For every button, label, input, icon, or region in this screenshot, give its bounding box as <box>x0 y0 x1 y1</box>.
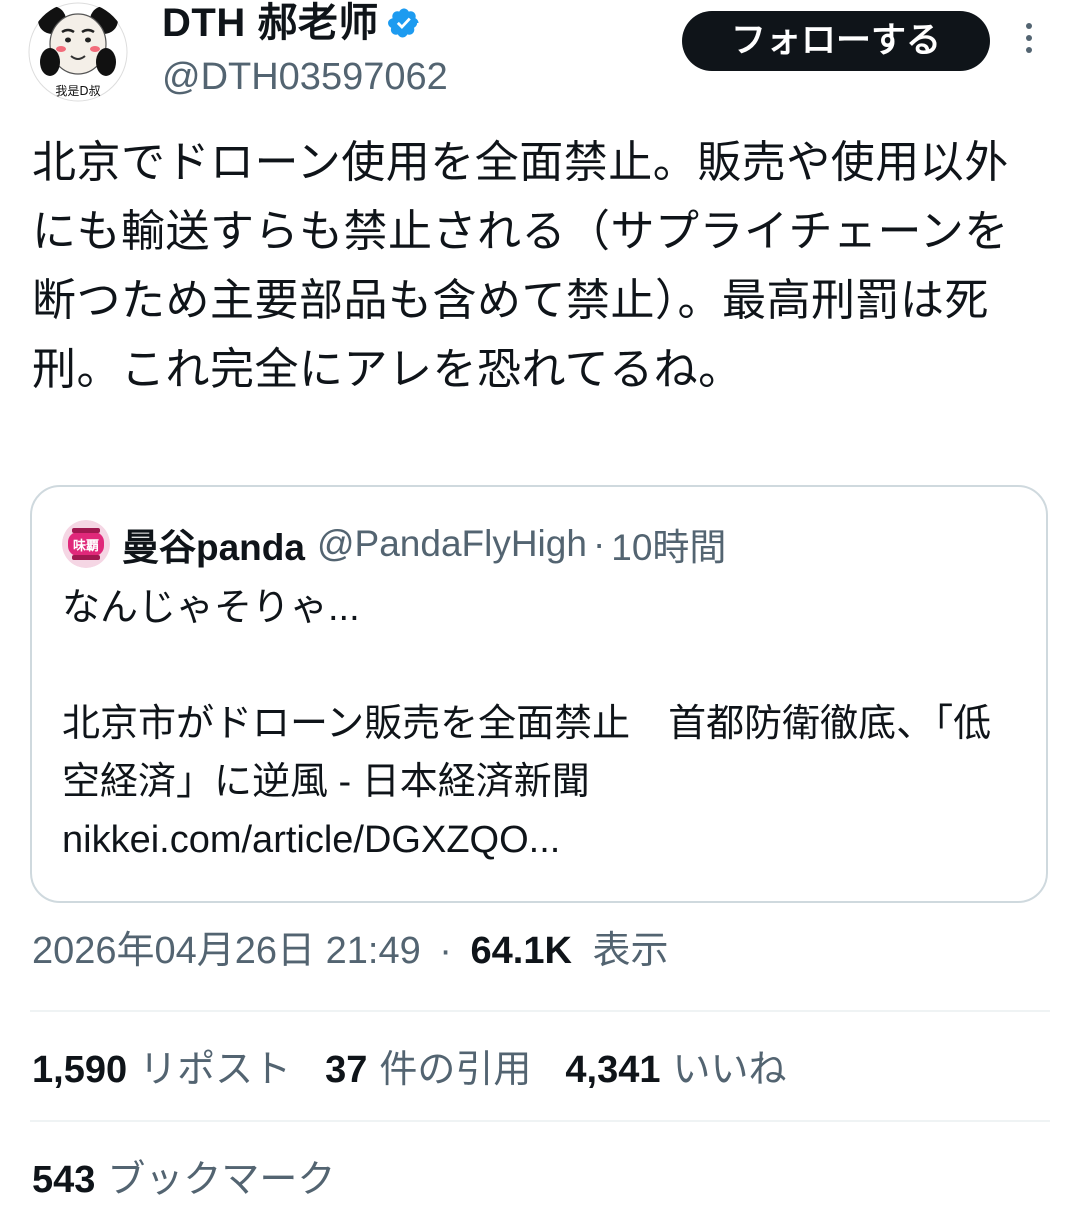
svg-text:我是D叔: 我是D叔 <box>55 84 100 98</box>
meta-separator: · <box>439 930 452 972</box>
likes-stat[interactable]: 4,341 いいね <box>565 1042 786 1098</box>
author-display-name[interactable]: DTH 郝老师 <box>162 0 379 46</box>
bookmarks-label: ブックマーク <box>107 1159 336 1201</box>
svg-text:味覇: 味覇 <box>73 538 99 554</box>
quotes-count: 37 <box>325 1049 368 1091</box>
author-handle[interactable]: @DTH03597062 <box>162 54 448 100</box>
likes-count: 4,341 <box>565 1049 661 1091</box>
bookmarks-stat[interactable]: 543 ブックマーク <box>32 1152 335 1208</box>
engagement-stats: 1,590 リポスト 37 件の引用 4,341 いいね <box>32 1042 821 1098</box>
lantern-avatar-image: 味覇 <box>62 520 110 568</box>
author-name-row: DTH 郝老师 <box>162 0 421 46</box>
meme-face-avatar-image: 我是D叔 <box>28 2 128 102</box>
quoted-tweet-header: 味覇 曼谷panda @PandaFlyHigh · 10時間 <box>62 517 726 571</box>
tweet-body-text: 北京でドローン使用を全面禁止。販売や使用以外にも輸送すらも禁止される（サプライチ… <box>32 138 1009 394</box>
reposts-stat[interactable]: 1,590 リポスト <box>32 1042 291 1098</box>
tweet-header: 我是D叔 DTH 郝老师 @DTH03597062 フォローする <box>0 0 1080 110</box>
quotes-label: 件の引用 <box>379 1049 532 1091</box>
author-avatar[interactable]: 我是D叔 <box>28 2 128 102</box>
tweet-timestamp[interactable]: 2026年04月26日 21:49 <box>32 930 421 972</box>
bookmarks-count: 543 <box>32 1159 96 1201</box>
views-count: 64.1K <box>470 930 572 972</box>
views-label: 表示 <box>592 930 669 972</box>
reposts-label: リポスト <box>139 1049 292 1091</box>
more-vertical-icon[interactable] <box>1014 18 1044 68</box>
quoted-tweet-time[interactable]: 10時間 <box>611 517 726 571</box>
reposts-count: 1,590 <box>32 1049 128 1091</box>
quoted-author-avatar[interactable]: 味覇 <box>62 520 110 568</box>
divider <box>30 1120 1050 1122</box>
quoted-author-name[interactable]: 曼谷panda <box>122 517 305 571</box>
tweet-meta: 2026年04月26日 21:49 · 64.1K 表示 <box>32 926 669 976</box>
follow-button[interactable]: フォローする <box>682 11 990 71</box>
quoted-author-handle[interactable]: @PandaFlyHigh <box>317 523 587 565</box>
quoted-tweet-text: なんじゃそりゃ... 北京市がドローン販売を全面禁止 首都防衛徹底、「低空経済」… <box>62 587 992 861</box>
quoted-tweet-card[interactable]: 味覇 曼谷panda @PandaFlyHigh · 10時間 なんじゃそりゃ.… <box>30 485 1048 903</box>
verified-badge-icon <box>387 6 421 40</box>
divider <box>30 1010 1050 1012</box>
likes-label: いいね <box>672 1049 787 1091</box>
quoted-header-separator: · <box>592 523 606 564</box>
quotes-stat[interactable]: 37 件の引用 <box>325 1042 531 1098</box>
